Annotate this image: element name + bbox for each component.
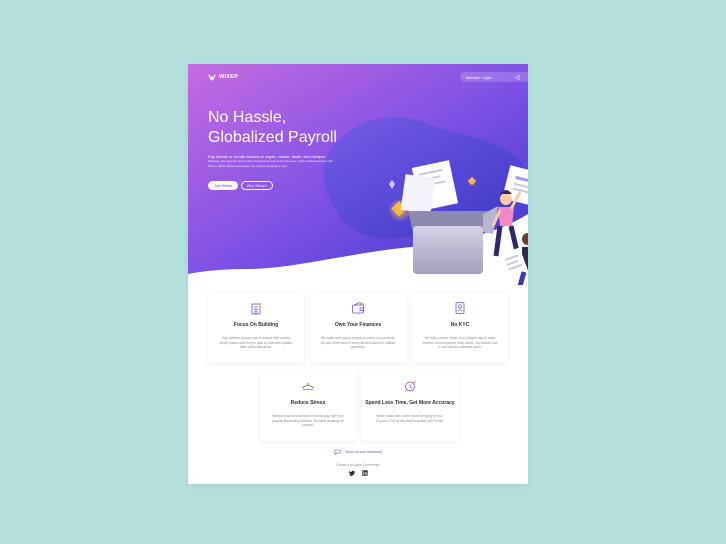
feature-card-finances: Own Your Finances We make sure you're al… xyxy=(310,293,406,363)
brand-logo[interactable]: WIXEP xyxy=(208,73,238,81)
feature-text: Wixep takes care of the record keeping f… xyxy=(376,414,444,423)
sign-in-icon xyxy=(514,74,520,80)
hero-illustration xyxy=(388,160,528,287)
feature-text: We make sure you're always in control of… xyxy=(320,336,396,349)
logo-mark-icon xyxy=(208,74,216,81)
member-login-button[interactable]: Member Login xyxy=(460,72,528,82)
feature-text: Wixep's easy-to-understand records plug … xyxy=(272,414,344,427)
linkedin-icon[interactable] xyxy=(361,470,368,476)
feature-card-accuracy: Spend Less Time, Get More Accuracy Wixep… xyxy=(362,371,458,441)
feature-title: Focus On Building xyxy=(233,322,279,328)
community-label: Connect to Open Community xyxy=(336,463,380,467)
feature-text: Your workers choose how to access their … xyxy=(219,336,293,349)
social-links xyxy=(188,470,528,476)
id-badge-icon xyxy=(455,302,465,314)
clock-icon xyxy=(405,380,416,392)
join-button[interactable]: Join Wixep xyxy=(208,181,238,190)
landing-page: WIXEP Member Login No Hassle, Globalized… xyxy=(188,64,528,484)
brand-name: WIXEP xyxy=(219,74,239,80)
why-button[interactable]: Why Wixep? xyxy=(241,181,273,190)
wallet-icon xyxy=(352,302,364,314)
chat-bubble-icon xyxy=(334,449,341,455)
hero-title-line-1: No Hassle, xyxy=(208,109,287,126)
feature-title: Spend Less Time, Get More Accuracy xyxy=(365,400,455,406)
feature-text: We built a easier, faster, and cheaper a… xyxy=(422,336,498,349)
feature-card-stress: Reduce Stress Wixep's easy-to-understand… xyxy=(260,371,356,441)
feature-title: Reduce Stress xyxy=(290,400,326,406)
feature-title: No KYC xyxy=(450,322,470,328)
feedback-label: Send us your feedback xyxy=(345,450,382,454)
building-icon xyxy=(251,302,262,315)
twitter-icon[interactable] xyxy=(348,470,355,476)
feature-card-kyc: No KYC We built a easier, faster, and ch… xyxy=(412,293,508,363)
relax-icon xyxy=(301,382,315,390)
feedback-link[interactable]: Send us your feedback xyxy=(188,449,528,455)
member-login-label: Member Login xyxy=(466,74,492,80)
feature-card-focus: Focus On Building Your workers choose ho… xyxy=(208,293,304,363)
feature-title: Own Your Finances xyxy=(334,322,382,328)
